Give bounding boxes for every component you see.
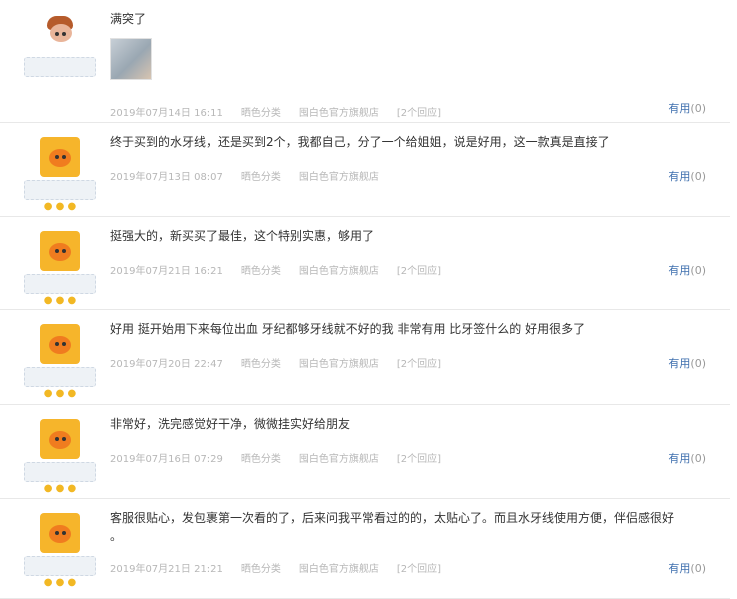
review-user xyxy=(18,8,102,89)
reply-count[interactable]: [2个回应] xyxy=(397,266,441,277)
store-name[interactable]: 囤白色官方旗舰店 xyxy=(299,172,379,183)
review-item: ● ● ● 好用 挺开始用下来每位出血 牙纪都够牙线就不好的我 非常有用 比牙签什… xyxy=(0,310,730,405)
useful-label: 有用 xyxy=(668,357,691,370)
review-content: 终于买到的水牙线，还是买到2个，我都自己，分了一个给姐姐，说是好用，这一款真是直… xyxy=(110,133,680,151)
review-text: 非常好，洗完感觉好干净，微微挂实好给朋友 xyxy=(110,417,351,431)
reply-count[interactable]: [2个回应] xyxy=(397,564,441,575)
rating-label: 晒色分类 xyxy=(240,266,281,277)
avatar[interactable] xyxy=(40,14,80,54)
useful-count: (0) xyxy=(690,357,706,370)
avatar[interactable] xyxy=(40,231,80,271)
member-level-icon: ● ● ● xyxy=(43,388,77,399)
store-name[interactable]: 囤白色官方旗舰店 xyxy=(299,454,379,465)
review-meta: 2019年07月21日 16:21 晒色分类 囤白色官方旗舰店 [2个回应] xyxy=(110,262,530,277)
useful-count: (0) xyxy=(690,102,706,115)
review-item: ● ● ● 挺强大的，新买买了最佳，这个特别实惠，够用了 2019年07月21日 1… xyxy=(0,217,730,310)
useful-label: 有用 xyxy=(668,264,691,277)
member-badge-icon xyxy=(24,367,96,387)
review-user: ● ● ● xyxy=(18,225,102,306)
review-content: 好用 挺开始用下来每位出血 牙纪都够牙线就不好的我 非常有用 比牙签什么的 好用… xyxy=(110,320,680,338)
useful-count: (0) xyxy=(690,562,706,575)
review-photo-thumbnail[interactable] xyxy=(110,38,152,80)
member-badge-icon xyxy=(24,462,96,482)
rating-label: 晒色分类 xyxy=(240,454,281,465)
review-item: 满突了 2019年07月14日 16:11 晒色分类 囤白色官方旗舰店 [2个回应] 有用… xyxy=(0,0,730,123)
useful-label: 有用 xyxy=(668,102,691,115)
review-meta: 2019年07月13日 08:07 晒色分类 囤白色官方旗舰店 xyxy=(110,168,530,183)
review-date: 2019年07月20日 22:47 xyxy=(110,359,223,370)
member-level-icon: ● ● ● xyxy=(43,201,77,212)
review-text: 终于买到的水牙线，还是买到2个，我都自己，分了一个给姐姐，说是好用，这一款真是直… xyxy=(110,135,610,149)
rating-label: 晒色分类 xyxy=(240,172,281,183)
useful-button[interactable]: 有用(0) xyxy=(668,262,706,278)
review-date: 2019年07月16日 07:29 xyxy=(110,454,223,465)
member-badge-icon xyxy=(24,180,96,200)
reviews-list: 满突了 2019年07月14日 16:11 晒色分类 囤白色官方旗舰店 [2个回应] 有用… xyxy=(0,0,737,599)
review-text: 客服很贴心，发包裹第一次看的了，后来问我平常看过的的，太贴心了。而且水牙线使用方… xyxy=(110,511,675,543)
review-date: 2019年07月14日 16:11 xyxy=(110,108,223,119)
useful-count: (0) xyxy=(690,264,706,277)
useful-label: 有用 xyxy=(668,452,691,465)
store-name[interactable]: 囤白色官方旗舰店 xyxy=(299,266,379,277)
review-user: ● ● ● xyxy=(18,131,102,212)
review-meta: 2019年07月14日 16:11 晒色分类 囤白色官方旗舰店 [2个回应] xyxy=(110,104,530,119)
review-meta: 2019年07月16日 07:29 晒色分类 囤白色官方旗舰店 [2个回应] xyxy=(110,450,530,465)
rating-label: 晒色分类 xyxy=(240,108,281,119)
useful-button[interactable]: 有用(0) xyxy=(668,450,706,466)
useful-button[interactable]: 有用(0) xyxy=(668,355,706,371)
avatar[interactable] xyxy=(40,324,80,364)
review-content: 非常好，洗完感觉好干净，微微挂实好给朋友 xyxy=(110,415,680,433)
avatar[interactable] xyxy=(40,513,80,553)
review-meta: 2019年07月21日 21:21 晒色分类 囤白色官方旗舰店 [2个回应] xyxy=(110,560,530,575)
member-badge-icon xyxy=(24,274,96,294)
review-date: 2019年07月21日 16:21 xyxy=(110,266,223,277)
review-item: ● ● ● 客服很贴心，发包裹第一次看的了，后来问我平常看过的的，太贴心了。而且水… xyxy=(0,499,730,599)
store-name[interactable]: 囤白色官方旗舰店 xyxy=(299,564,379,575)
review-user: ● ● ● xyxy=(18,507,102,588)
member-badge-icon xyxy=(24,57,96,77)
reply-count[interactable]: [2个回应] xyxy=(397,108,441,119)
useful-button[interactable]: 有用(0) xyxy=(668,168,706,184)
rating-label: 晒色分类 xyxy=(240,359,281,370)
review-content: 客服很贴心，发包裹第一次看的了，后来问我平常看过的的，太贴心了。而且水牙线使用方… xyxy=(110,509,680,545)
reply-count[interactable]: [2个回应] xyxy=(397,359,441,370)
member-level-icon: ● ● ● xyxy=(43,577,77,588)
review-item: ● ● ● 非常好，洗完感觉好干净，微微挂实好给朋友 2019年07月16日 07:… xyxy=(0,405,730,499)
avatar[interactable] xyxy=(40,419,80,459)
useful-count: (0) xyxy=(690,170,706,183)
useful-button[interactable]: 有用(0) xyxy=(668,560,706,576)
useful-label: 有用 xyxy=(668,170,691,183)
review-text: 满突了 xyxy=(110,12,147,26)
useful-count: (0) xyxy=(690,452,706,465)
member-level-icon: ● ● ● xyxy=(43,483,77,494)
useful-button[interactable]: 有用(0) xyxy=(668,100,706,116)
review-content: 挺强大的，新买买了最佳，这个特别实惠，够用了 xyxy=(110,227,680,245)
review-content: 满突了 xyxy=(110,10,680,80)
review-text: 好用 挺开始用下来每位出血 牙纪都够牙线就不好的我 非常有用 比牙签什么的 好用… xyxy=(110,322,586,336)
review-meta: 2019年07月20日 22:47 晒色分类 囤白色官方旗舰店 [2个回应] xyxy=(110,355,530,370)
review-date: 2019年07月13日 08:07 xyxy=(110,172,223,183)
store-name[interactable]: 囤白色官方旗舰店 xyxy=(299,108,379,119)
avatar[interactable] xyxy=(40,137,80,177)
useful-label: 有用 xyxy=(668,562,691,575)
rating-label: 晒色分类 xyxy=(240,564,281,575)
review-user: ● ● ● xyxy=(18,413,102,494)
review-user: ● ● ● xyxy=(18,318,102,399)
member-badge-icon xyxy=(24,556,96,576)
store-name[interactable]: 囤白色官方旗舰店 xyxy=(299,359,379,370)
reply-count[interactable]: [2个回应] xyxy=(397,454,441,465)
review-text: 挺强大的，新买买了最佳，这个特别实惠，够用了 xyxy=(110,229,375,243)
member-level-icon xyxy=(18,79,102,89)
member-level-icon: ● ● ● xyxy=(43,295,77,306)
review-item: ● ● ● 终于买到的水牙线，还是买到2个，我都自己，分了一个给姐姐，说是好用，这… xyxy=(0,123,730,217)
review-date: 2019年07月21日 21:21 xyxy=(110,564,223,575)
